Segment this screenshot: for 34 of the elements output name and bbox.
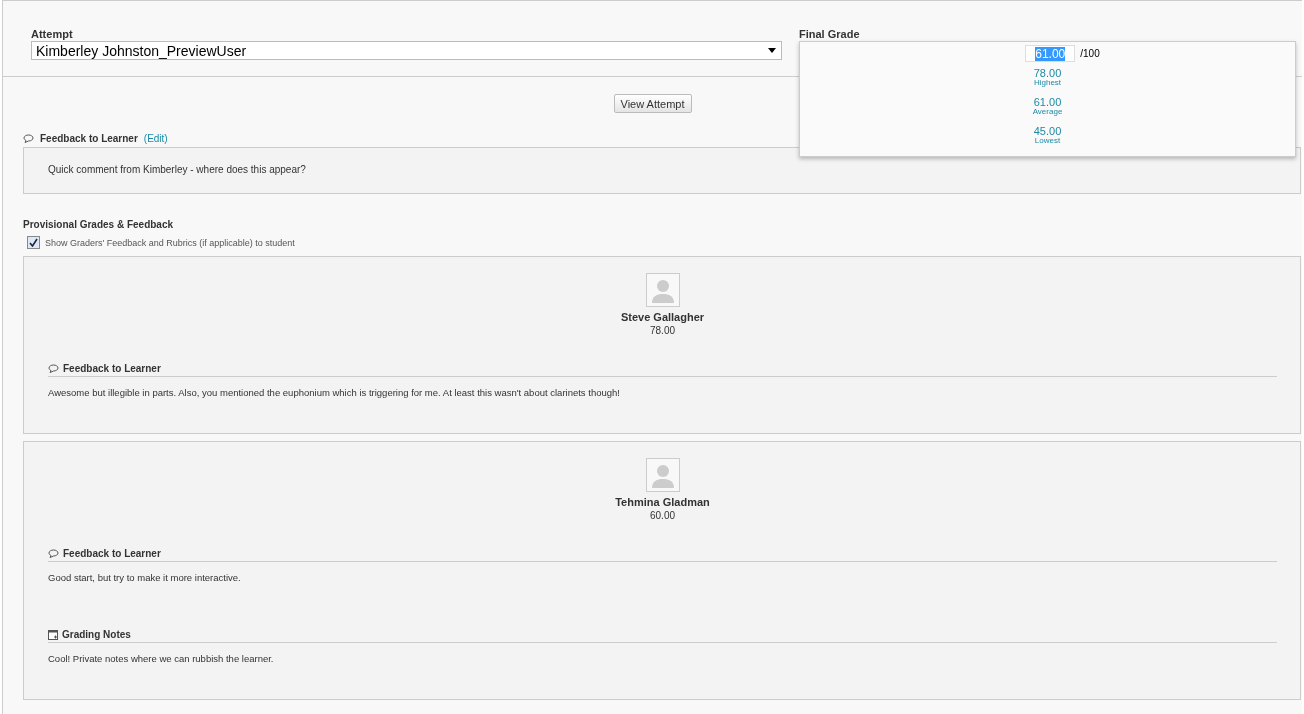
speech-bubble-icon xyxy=(48,549,59,558)
grader-score: 60.00 xyxy=(650,510,675,521)
section-title: Feedback to Learner xyxy=(63,548,161,559)
stat-value: 61.00 xyxy=(1033,97,1062,108)
avatar-silhouette-icon xyxy=(645,458,680,492)
section-title: Grading Notes xyxy=(62,629,131,640)
avatar-silhouette-icon xyxy=(645,273,680,307)
feedback-text: Quick comment from Kimberley - where does this appear? xyxy=(23,147,1301,194)
stat-label: Highest xyxy=(1033,79,1062,87)
checkbox-label: Show Graders' Feedback and Rubrics (if applicable) to student xyxy=(45,237,295,248)
section-title: Feedback to Learner xyxy=(63,363,161,374)
field-label: Attempt xyxy=(31,28,73,40)
edit-link[interactable]: (Edit) xyxy=(143,132,168,144)
stat-value: 78.00 xyxy=(1033,68,1062,79)
view-attempt-button[interactable]: View Attempt xyxy=(613,94,692,113)
feedback-text: Awesome but illegible in parts. Also, you mentioned the euphonium which is triggering for me. At least this wasn't about clarinets though! xyxy=(48,387,621,400)
feedback-text: Cool! Private notes where we can rubbish the learner. xyxy=(48,653,275,666)
grade-max: /100 xyxy=(1080,48,1100,59)
stat-value: 45.00 xyxy=(1033,126,1062,137)
feedback-text: Good start, but try to make it more interactive. xyxy=(48,572,242,585)
speech-bubble-icon xyxy=(48,364,59,373)
section-title: Feedback to Learner xyxy=(40,132,138,144)
grader-score: 78.00 xyxy=(650,325,675,336)
attempt-dropdown[interactable]: Kimberley Johnston_PreviewUser xyxy=(31,41,782,60)
speech-bubble-icon xyxy=(23,133,34,143)
field-label: Final Grade xyxy=(799,28,860,40)
caret-icon xyxy=(768,48,776,53)
stat-label: Lowest xyxy=(1034,137,1061,145)
checkbox[interactable] xyxy=(27,236,40,249)
grader-name: Steve Gallagher xyxy=(620,311,705,323)
section-title: Provisional Grades & Feedback xyxy=(23,219,175,230)
notepad-icon xyxy=(48,629,58,640)
stat-label: Average xyxy=(1032,108,1063,116)
grader-name: Tehmina Gladman xyxy=(615,496,710,508)
